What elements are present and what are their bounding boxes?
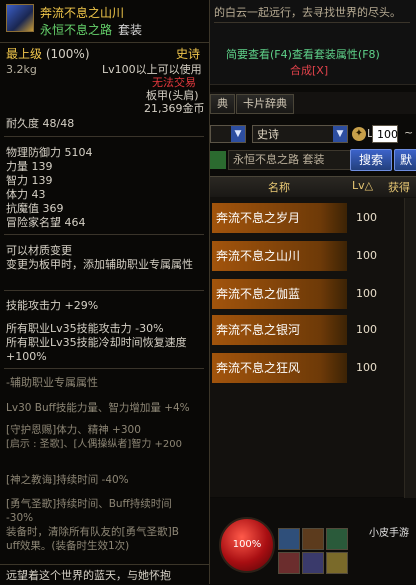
skill-slot-icon[interactable]	[278, 552, 300, 574]
item-price: 21,369金币	[144, 102, 205, 115]
equipment-slot: 板甲(头肩)	[146, 89, 199, 102]
item-level: 100	[356, 323, 377, 336]
list-item[interactable]: 奔流不息之狂风 100	[210, 353, 416, 389]
skill-slot-icon[interactable]	[302, 552, 324, 574]
divider	[4, 136, 204, 137]
dictionary-tabs: 典 卡片辞典	[210, 92, 416, 114]
level-requirement: 最上级 (100%)	[6, 48, 90, 61]
set-suffix: 套装	[118, 23, 143, 37]
skill-slot-icon[interactable]	[326, 528, 348, 550]
tab-dictionary[interactable]: 典	[210, 94, 235, 114]
lv-from-input[interactable]: 100	[372, 125, 398, 143]
item-weight: 3.2kg	[6, 63, 37, 76]
support-line: -30%	[6, 512, 34, 524]
hp-orb: 100%	[219, 517, 275, 573]
set-name: 永恒不息之路 套装	[40, 21, 142, 38]
list-item[interactable]: 奔流不息之银河 100	[210, 315, 416, 351]
item-name: 奔流不息之山川	[212, 241, 347, 271]
tooltip-header: 奔流不息之山川 永恒不息之路 套装	[0, 0, 209, 43]
stat-line: 力量 139	[6, 160, 53, 173]
filter-row: ▼ 史诗 ▼ ✦ Lv 100 ~	[210, 122, 416, 146]
list-scrollbar[interactable]	[404, 198, 416, 498]
skill-attack: 技能攻击力 +29%	[6, 299, 99, 312]
list-item	[210, 463, 416, 499]
material-change: 可以材质变更	[6, 244, 72, 257]
stat-line: 抗魔值 369	[6, 202, 64, 215]
support-line: [守护恩赐]体力、精神 +300	[6, 424, 141, 436]
column-level[interactable]: Lv△	[352, 179, 373, 192]
item-level: 100	[356, 361, 377, 374]
list-header: 名称 Lv△ 获得	[210, 176, 416, 198]
list-item[interactable]: 奔流不息之山川 100	[210, 241, 416, 277]
tooltip-footer: 远望着这个世界的蓝天，与她怀抱	[0, 564, 209, 585]
stat-line: 物理防御力 5104	[6, 146, 93, 159]
extra-button[interactable]: 默	[394, 149, 416, 171]
skill-slot-icon[interactable]	[326, 552, 348, 574]
stat-line: 智力 139	[6, 174, 53, 187]
chevron-down-icon: ▼	[333, 126, 347, 142]
flavor-text: 远望着这个世界的蓝天，与她怀抱	[6, 569, 171, 582]
skill-slot-icon[interactable]	[278, 528, 300, 550]
stat-line: 体力 43	[6, 188, 46, 201]
tab-card-dictionary[interactable]: 卡片辞典	[236, 94, 294, 114]
item-level: 100	[356, 287, 377, 300]
search-button[interactable]: 搜索	[350, 149, 392, 171]
set-info-panel: 的白云一起远行，去寻找世界的尽头。 简要查看(F4)查看套装属性(F8) 合成[…	[210, 0, 416, 85]
list-item	[210, 391, 416, 427]
item-list: 奔流不息之岁月 100 奔流不息之山川 100 奔流不息之伽蓝 100 奔流不息…	[210, 197, 416, 497]
material-note: 变更为板甲时，添加辅助职业专属属性	[6, 258, 193, 271]
set-filter-row: 永恒不息之路 套装 搜索 默	[210, 148, 416, 172]
support-line: [勇气圣歌]持续时间、Buff持续时间	[6, 498, 172, 510]
level-icon: ✦	[352, 127, 366, 141]
item-level: 100	[356, 249, 377, 262]
set-flavor-text: 的白云一起远行，去寻找世界的尽头。	[214, 6, 401, 19]
skill-slot-icon[interactable]	[302, 528, 324, 550]
stat-line: 冒险家名望 464	[6, 216, 86, 229]
durability: 耐久度 48/48	[6, 117, 75, 130]
synth-link[interactable]: 合成[X]	[290, 62, 328, 78]
usable-level: Lv100以上可以使用	[102, 63, 202, 76]
set-view-links[interactable]: 简要查看(F4)查看套装属性(F8)	[226, 46, 380, 62]
set-name-text: 永恒不息之路	[40, 23, 113, 37]
lv35-line: 所有职业Lv35技能冷却时间恢复速度	[6, 336, 187, 349]
divider	[4, 234, 204, 235]
range-tilde: ~	[404, 126, 414, 139]
helmet-icon	[6, 4, 34, 32]
divider	[4, 368, 204, 369]
support-title: -辅助职业专属属性	[6, 376, 98, 389]
list-item[interactable]: 奔流不息之伽蓝 100	[210, 279, 416, 315]
divider	[214, 22, 410, 23]
trade-restriction: 无法交易	[152, 76, 196, 89]
list-item[interactable]: 奔流不息之岁月 100	[210, 203, 416, 239]
item-level: 100	[356, 211, 377, 224]
site-watermark: 小皮手游	[369, 528, 409, 539]
support-line: Lv30 Buff技能力量、智力增加量 +4%	[6, 402, 190, 414]
support-line: [神之教诲]持续时间 -40%	[6, 474, 129, 486]
support-line: 装备时，清除所有队友的[勇气圣歌]B	[6, 526, 179, 538]
column-name[interactable]: 名称	[268, 179, 290, 195]
support-line: uff效果。(装备时生效1次)	[6, 540, 130, 552]
lv35-line: +100%	[6, 350, 47, 363]
item-name: 奔流不息之岁月	[212, 203, 347, 233]
chevron-down-icon: ▼	[231, 126, 245, 142]
item-tooltip: 奔流不息之山川 永恒不息之路 套装 最上级 (100%) 史诗 3.2kg Lv1…	[0, 0, 210, 584]
item-name: 奔流不息之山川	[40, 6, 125, 20]
level-req-text: 最上级	[6, 47, 43, 61]
item-name: 奔流不息之伽蓝	[212, 279, 347, 309]
list-item	[210, 429, 416, 465]
divider	[4, 290, 204, 291]
set-filter-chip[interactable]: 永恒不息之路 套装	[228, 150, 352, 170]
column-obtain[interactable]: 获得	[388, 179, 410, 195]
rarity-label: 史诗	[176, 47, 201, 61]
item-name: 奔流不息之银河	[212, 315, 347, 345]
item-name: 奔流不息之狂风	[212, 353, 347, 383]
rarity-select-value: 史诗	[257, 128, 279, 141]
rarity-select[interactable]: 史诗 ▼	[252, 125, 348, 143]
support-line: [启示 : 圣歌]、[人偶操纵者]智力 +200	[6, 439, 182, 450]
level-pct: (100%)	[45, 47, 90, 61]
set-filter-check[interactable]	[210, 151, 226, 169]
type-select[interactable]: ▼	[210, 125, 246, 143]
lv35-line: 所有职业Lv35技能攻击力 -30%	[6, 322, 164, 335]
